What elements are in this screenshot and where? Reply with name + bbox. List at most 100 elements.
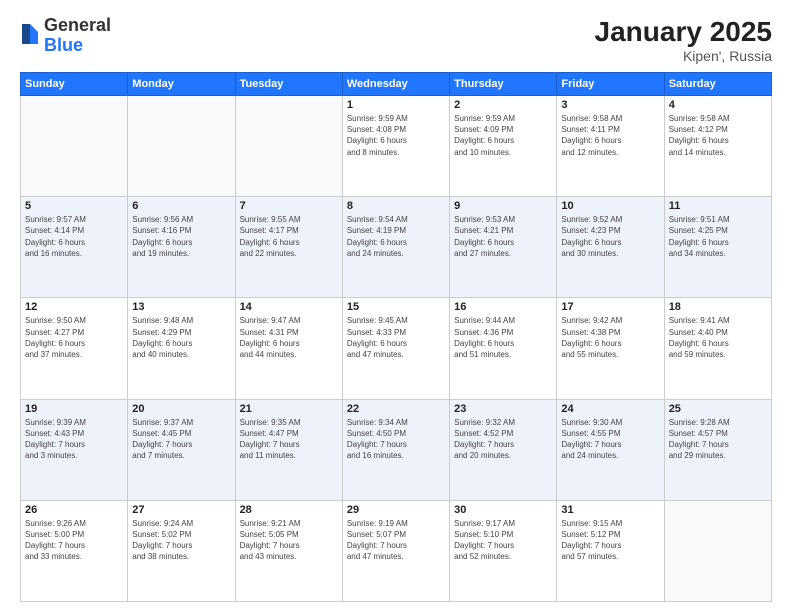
logo-general-text: General xyxy=(44,15,111,35)
table-cell: 23Sunrise: 9:32 AMSunset: 4:52 PMDayligh… xyxy=(450,399,557,500)
table-cell: 19Sunrise: 9:39 AMSunset: 4:43 PMDayligh… xyxy=(21,399,128,500)
day-number: 26 xyxy=(25,504,123,516)
day-info: Sunrise: 9:59 AMSunset: 4:09 PMDaylight:… xyxy=(454,113,552,158)
table-cell xyxy=(664,500,771,601)
table-cell: 28 Sunrise: 9:21 AMSunset: 5:05 PMDayligh… xyxy=(235,500,342,601)
day-number: 27 xyxy=(132,504,230,516)
day-number: 2 xyxy=(454,99,552,111)
day-info: Sunrise: 9:41 AMSunset: 4:40 PMDaylight:… xyxy=(669,315,767,360)
day-number: 17 xyxy=(561,301,659,313)
day-info: Sunrise: 9:24 AMSunset: 5:02 PMDaylight:… xyxy=(132,518,230,563)
table-cell: 1Sunrise: 9:59 AMSunset: 4:08 PMDaylight… xyxy=(342,96,449,197)
table-cell: 20 Sunrise: 9:37 AMSunset: 4:45 PMDayligh… xyxy=(128,399,235,500)
day-number: 20 xyxy=(132,403,230,415)
day-number: 3 xyxy=(561,99,659,111)
table-cell: 2 Sunrise: 9:59 AMSunset: 4:09 PMDaylight… xyxy=(450,96,557,197)
table-cell: 6Sunrise: 9:56 AMSunset: 4:16 PMDaylight… xyxy=(128,197,235,298)
logo-blue-text: Blue xyxy=(44,35,83,55)
logo-icon xyxy=(20,22,40,50)
table-cell: 25 Sunrise: 9:28 AMSunset: 4:57 PMDayligh… xyxy=(664,399,771,500)
day-info: Sunrise: 9:51 AMSunset: 4:25 PMDaylight:… xyxy=(669,214,767,259)
table-cell: 5Sunrise: 9:57 AMSunset: 4:14 PMDaylight… xyxy=(21,197,128,298)
day-info: Sunrise: 9:28 AMSunset: 4:57 PMDaylight:… xyxy=(669,417,767,462)
day-info: Sunrise: 9:59 AMSunset: 4:08 PMDaylight:… xyxy=(347,113,445,158)
month-title: January 2025 xyxy=(595,16,772,48)
day-info: Sunrise: 9:15 AMSunset: 5:12 PMDaylight:… xyxy=(561,518,659,563)
day-number: 24 xyxy=(561,403,659,415)
day-info: Sunrise: 9:52 AMSunset: 4:23 PMDaylight:… xyxy=(561,214,659,259)
day-number: 11 xyxy=(669,200,767,212)
table-cell: 24 Sunrise: 9:30 AMSunset: 4:55 PMDayligh… xyxy=(557,399,664,500)
day-info: Sunrise: 9:17 AMSunset: 5:10 PMDaylight:… xyxy=(454,518,552,563)
header-saturday: Saturday xyxy=(664,73,771,96)
day-number: 9 xyxy=(454,200,552,212)
table-cell: 15 Sunrise: 9:45 AMSunset: 4:33 PMDayligh… xyxy=(342,298,449,399)
week-row-1: 5Sunrise: 9:57 AMSunset: 4:14 PMDaylight… xyxy=(21,197,772,298)
logo: General Blue xyxy=(20,16,111,56)
table-cell: 31 Sunrise: 9:15 AMSunset: 5:12 PMDayligh… xyxy=(557,500,664,601)
week-row-0: 1Sunrise: 9:59 AMSunset: 4:08 PMDaylight… xyxy=(21,96,772,197)
day-info: Sunrise: 9:54 AMSunset: 4:19 PMDaylight:… xyxy=(347,214,445,259)
day-number: 18 xyxy=(669,301,767,313)
day-number: 31 xyxy=(561,504,659,516)
day-info: Sunrise: 9:44 AMSunset: 4:36 PMDaylight:… xyxy=(454,315,552,360)
table-cell xyxy=(128,96,235,197)
day-info: Sunrise: 9:55 AMSunset: 4:17 PMDaylight:… xyxy=(240,214,338,259)
day-info: Sunrise: 9:42 AMSunset: 4:38 PMDaylight:… xyxy=(561,315,659,360)
day-info: Sunrise: 9:21 AMSunset: 5:05 PMDaylight:… xyxy=(240,518,338,563)
day-number: 13 xyxy=(132,301,230,313)
table-cell: 14Sunrise: 9:47 AMSunset: 4:31 PMDayligh… xyxy=(235,298,342,399)
day-info: Sunrise: 9:57 AMSunset: 4:14 PMDaylight:… xyxy=(25,214,123,259)
day-info: Sunrise: 9:19 AMSunset: 5:07 PMDaylight:… xyxy=(347,518,445,563)
day-info: Sunrise: 9:30 AMSunset: 4:55 PMDaylight:… xyxy=(561,417,659,462)
week-row-4: 26Sunrise: 9:26 AMSunset: 5:00 PMDayligh… xyxy=(21,500,772,601)
header-thursday: Thursday xyxy=(450,73,557,96)
day-number: 4 xyxy=(669,99,767,111)
calendar-table: Sunday Monday Tuesday Wednesday Thursday… xyxy=(20,72,772,602)
table-cell: 7 Sunrise: 9:55 AMSunset: 4:17 PMDaylight… xyxy=(235,197,342,298)
table-cell: 4 Sunrise: 9:58 AMSunset: 4:12 PMDaylight… xyxy=(664,96,771,197)
table-cell: 29 Sunrise: 9:19 AMSunset: 5:07 PMDayligh… xyxy=(342,500,449,601)
day-info: Sunrise: 9:48 AMSunset: 4:29 PMDaylight:… xyxy=(132,315,230,360)
day-number: 29 xyxy=(347,504,445,516)
header-tuesday: Tuesday xyxy=(235,73,342,96)
day-number: 23 xyxy=(454,403,552,415)
day-number: 30 xyxy=(454,504,552,516)
day-info: Sunrise: 9:58 AMSunset: 4:11 PMDaylight:… xyxy=(561,113,659,158)
day-number: 15 xyxy=(347,301,445,313)
header-monday: Monday xyxy=(128,73,235,96)
day-number: 8 xyxy=(347,200,445,212)
table-cell: 16 Sunrise: 9:44 AMSunset: 4:36 PMDayligh… xyxy=(450,298,557,399)
table-cell xyxy=(235,96,342,197)
header-wednesday: Wednesday xyxy=(342,73,449,96)
week-row-3: 19Sunrise: 9:39 AMSunset: 4:43 PMDayligh… xyxy=(21,399,772,500)
day-number: 6 xyxy=(132,200,230,212)
day-number: 25 xyxy=(669,403,767,415)
table-cell: 10 Sunrise: 9:52 AMSunset: 4:23 PMDayligh… xyxy=(557,197,664,298)
table-cell: 26Sunrise: 9:26 AMSunset: 5:00 PMDayligh… xyxy=(21,500,128,601)
title-block: January 2025 Kipen', Russia xyxy=(595,16,772,64)
day-info: Sunrise: 9:58 AMSunset: 4:12 PMDaylight:… xyxy=(669,113,767,158)
table-cell: 27 Sunrise: 9:24 AMSunset: 5:02 PMDayligh… xyxy=(128,500,235,601)
day-info: Sunrise: 9:53 AMSunset: 4:21 PMDaylight:… xyxy=(454,214,552,259)
table-cell xyxy=(21,96,128,197)
day-number: 19 xyxy=(25,403,123,415)
table-cell: 13 Sunrise: 9:48 AMSunset: 4:29 PMDayligh… xyxy=(128,298,235,399)
table-cell: 17 Sunrise: 9:42 AMSunset: 4:38 PMDayligh… xyxy=(557,298,664,399)
table-cell: 22Sunrise: 9:34 AMSunset: 4:50 PMDayligh… xyxy=(342,399,449,500)
day-info: Sunrise: 9:45 AMSunset: 4:33 PMDaylight:… xyxy=(347,315,445,360)
table-cell: 18 Sunrise: 9:41 AMSunset: 4:40 PMDayligh… xyxy=(664,298,771,399)
day-number: 7 xyxy=(240,200,338,212)
day-number: 22 xyxy=(347,403,445,415)
week-row-2: 12Sunrise: 9:50 AMSunset: 4:27 PMDayligh… xyxy=(21,298,772,399)
day-number: 28 xyxy=(240,504,338,516)
header: General Blue January 2025 Kipen', Russia xyxy=(20,16,772,64)
day-info: Sunrise: 9:47 AMSunset: 4:31 PMDaylight:… xyxy=(240,315,338,360)
table-cell: 9 Sunrise: 9:53 AMSunset: 4:21 PMDaylight… xyxy=(450,197,557,298)
day-info: Sunrise: 9:35 AMSunset: 4:47 PMDaylight:… xyxy=(240,417,338,462)
day-number: 16 xyxy=(454,301,552,313)
table-cell: 8 Sunrise: 9:54 AMSunset: 4:19 PMDaylight… xyxy=(342,197,449,298)
table-cell: 30 Sunrise: 9:17 AMSunset: 5:10 PMDayligh… xyxy=(450,500,557,601)
day-number: 10 xyxy=(561,200,659,212)
day-info: Sunrise: 9:37 AMSunset: 4:45 PMDaylight:… xyxy=(132,417,230,462)
